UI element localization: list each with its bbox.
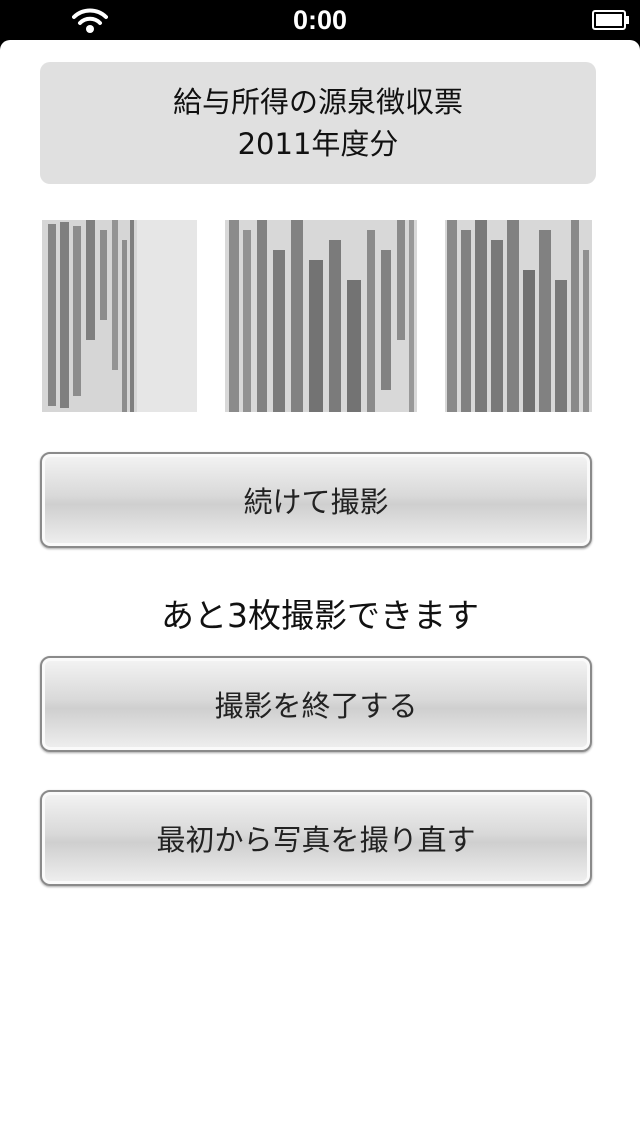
document-photo-icon [225,220,417,412]
status-bar: 0:00 [0,0,640,40]
battery-icon [592,10,630,30]
continue-shooting-label: 続けて撮影 [243,485,389,519]
captured-photo-2[interactable] [225,220,417,412]
continue-shooting-button[interactable]: 続けて撮影 [40,452,592,548]
remaining-shots-text: あと3枚撮影できます [161,596,479,635]
document-title: 給与所得の源泉徴収票 [172,85,463,119]
retake-photos-button[interactable]: 最初から写真を撮り直す [40,790,592,886]
thumbnail-strip [0,220,640,412]
status-time: 0:00 [292,5,348,35]
finish-shooting-button[interactable]: 撮影を終了する [40,656,592,752]
document-title-box: 給与所得の源泉徴収票 2011年度分 [40,62,596,184]
captured-photo-1[interactable] [42,220,197,412]
retake-photos-label: 最初から写真を撮り直す [156,823,476,857]
app-screen: 給与所得の源泉徴収票 2011年度分 続けて撮影 あと3枚撮影できます 撮影を終… [0,40,640,1136]
captured-photo-3[interactable] [445,220,592,412]
document-photo-icon [445,220,592,412]
finish-shooting-label: 撮影を終了する [214,689,418,723]
document-photo-icon [42,220,197,412]
document-year: 2011年度分 [237,127,399,161]
